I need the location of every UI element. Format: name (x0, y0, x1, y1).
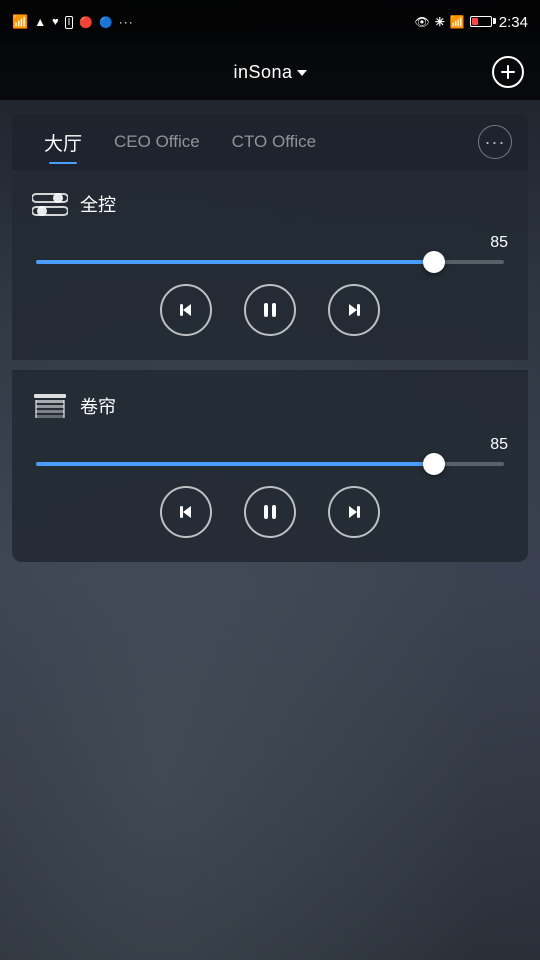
status-left-icons: 📶 ▲ ♥ I 🔴 🔵 ··· (12, 14, 134, 30)
chevron-down-icon (297, 70, 307, 76)
card-quankong-title: 全控 (80, 191, 116, 217)
quankong-pause-button[interactable] (244, 284, 296, 336)
quankong-next-button[interactable] (328, 284, 380, 336)
card-quankong-header: 全控 (32, 190, 508, 218)
main-content: 大厅 CEO Office CTO Office ··· 全控 (0, 100, 540, 586)
juanlian-slider-section: 85 (32, 436, 508, 466)
quankong-slider-fill (36, 260, 434, 264)
status-time: 2:34 (499, 14, 528, 31)
tab-bar: 大厅 CEO Office CTO Office ··· (12, 114, 528, 170)
juanlian-slider-fill (36, 462, 434, 466)
card-juanlian-title: 卷帘 (80, 393, 116, 419)
quankong-controls (32, 284, 508, 336)
app-title-wrap[interactable]: inSona (233, 62, 306, 83)
juanlian-next-button[interactable] (328, 486, 380, 538)
card-juanlian-header: 卷帘 (32, 392, 508, 420)
toggle-icon (32, 190, 68, 218)
lock-icon: I (65, 16, 74, 29)
heart-icon: ♥ (52, 16, 59, 28)
juanlian-pause-button[interactable] (244, 486, 296, 538)
tab-cto[interactable]: CTO Office (216, 114, 332, 170)
quankong-slider-value: 85 (32, 234, 508, 252)
juanlian-slider-track[interactable] (36, 462, 504, 466)
juanlian-slider-thumb[interactable] (423, 453, 445, 475)
app-icon-1: 🔴 (79, 16, 93, 29)
juanlian-slider-value: 85 (32, 436, 508, 454)
quankong-slider-track[interactable] (36, 260, 504, 264)
app-icon-2: 🔵 (99, 16, 113, 29)
juanlian-controls (32, 486, 508, 538)
card-quankong: 全控 85 (12, 170, 528, 360)
quankong-slider-thumb[interactable] (423, 251, 445, 273)
card-juanlian: 卷帘 85 (12, 372, 528, 562)
blind-icon (32, 392, 68, 420)
quankong-slider-section: 85 (32, 234, 508, 264)
app-header: inSona (0, 44, 540, 100)
add-button[interactable] (492, 56, 524, 88)
tab-ceo[interactable]: CEO Office (98, 114, 216, 170)
app-title: inSona (233, 62, 292, 83)
status-right-icons: 👁 ✳ 📶 2:34 (415, 14, 528, 31)
wifi-icon: ▲ (34, 15, 46, 29)
juanlian-prev-button[interactable] (160, 486, 212, 538)
tab-more-button[interactable]: ··· (478, 125, 512, 159)
sim-icon: 📶 (12, 14, 28, 30)
quankong-prev-button[interactable] (160, 284, 212, 336)
battery-indicator (470, 15, 494, 30)
status-bar: 📶 ▲ ♥ I 🔴 🔵 ··· 👁 ✳ 📶 2:34 (0, 0, 540, 44)
tab-dating[interactable]: 大厅 (28, 114, 98, 170)
bluetooth-icon: ✳ (435, 15, 445, 29)
eye-icon: 👁 (415, 15, 430, 29)
dots-icon: ··· (119, 15, 134, 29)
signal-icon: 📶 (450, 15, 465, 29)
